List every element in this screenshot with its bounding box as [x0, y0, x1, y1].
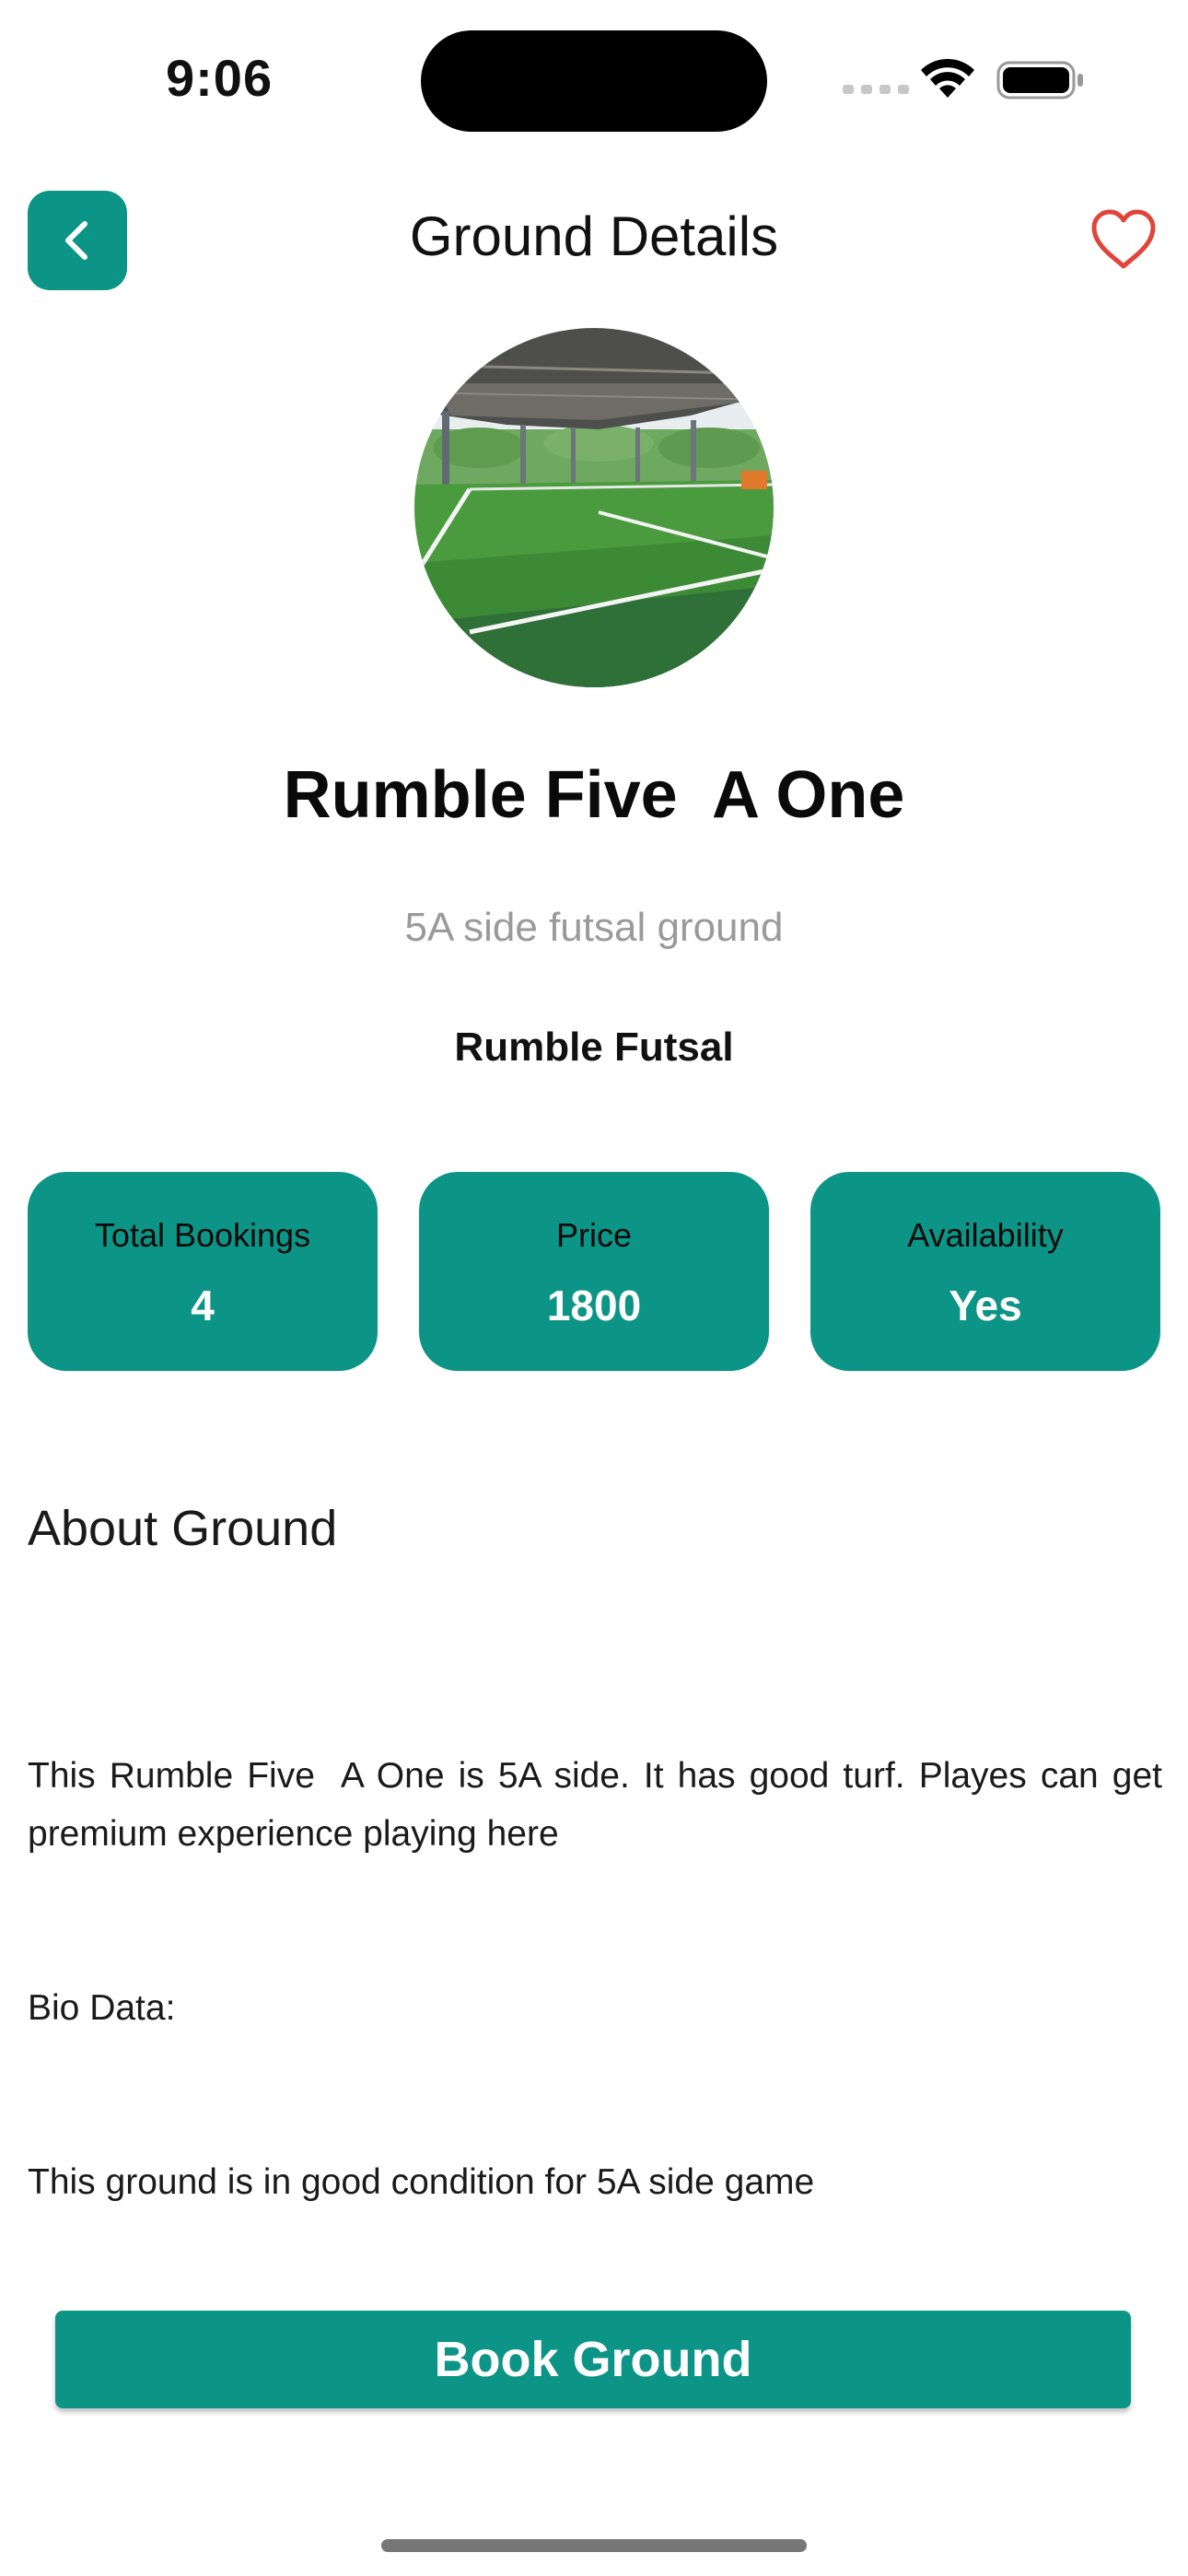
ground-name: Rumble Five A One	[283, 758, 905, 832]
home-indicator	[381, 2539, 807, 2552]
status-time: 9:06	[166, 49, 274, 107]
book-ground-button[interactable]: Book Ground	[55, 2311, 1131, 2408]
dynamic-island	[421, 30, 767, 132]
venue-name: Rumble Futsal	[454, 1025, 734, 1070]
stat-label: Price	[555, 1216, 633, 1254]
stat-card-total-bookings: Total Bookings 4	[28, 1172, 378, 1371]
stat-label: Availability	[907, 1216, 1064, 1254]
about-description-text: This Rumble Five A One is 5A side. It ha…	[28, 1756, 1172, 1854]
stat-label: Total Bookings	[94, 1216, 311, 1254]
bio-data-text: This ground is in good condition for 5A …	[28, 2162, 815, 2202]
cellular-signal-icon	[843, 85, 909, 94]
heart-outline-icon[interactable]	[1089, 207, 1159, 272]
stat-value: 1800	[546, 1282, 642, 1329]
stat-value: 4	[191, 1282, 215, 1329]
ground-image	[414, 328, 774, 687]
ground-subtitle: 5A side futsal ground	[404, 905, 784, 950]
stat-value: Yes	[949, 1282, 1022, 1329]
battery-icon	[996, 61, 1083, 100]
wifi-icon	[921, 58, 974, 98]
bio-data-label: Bio Data:	[28, 1988, 176, 2028]
stat-card-price: Price 1800	[419, 1172, 769, 1371]
stat-card-availability: Availability Yes	[810, 1172, 1160, 1371]
page-title: Ground Details	[409, 205, 779, 267]
futsal-field-picture	[414, 328, 774, 687]
about-heading: About Ground	[28, 1501, 338, 1556]
about-description: This Rumble Five A One is 5A side. It ha…	[28, 1631, 1162, 2269]
